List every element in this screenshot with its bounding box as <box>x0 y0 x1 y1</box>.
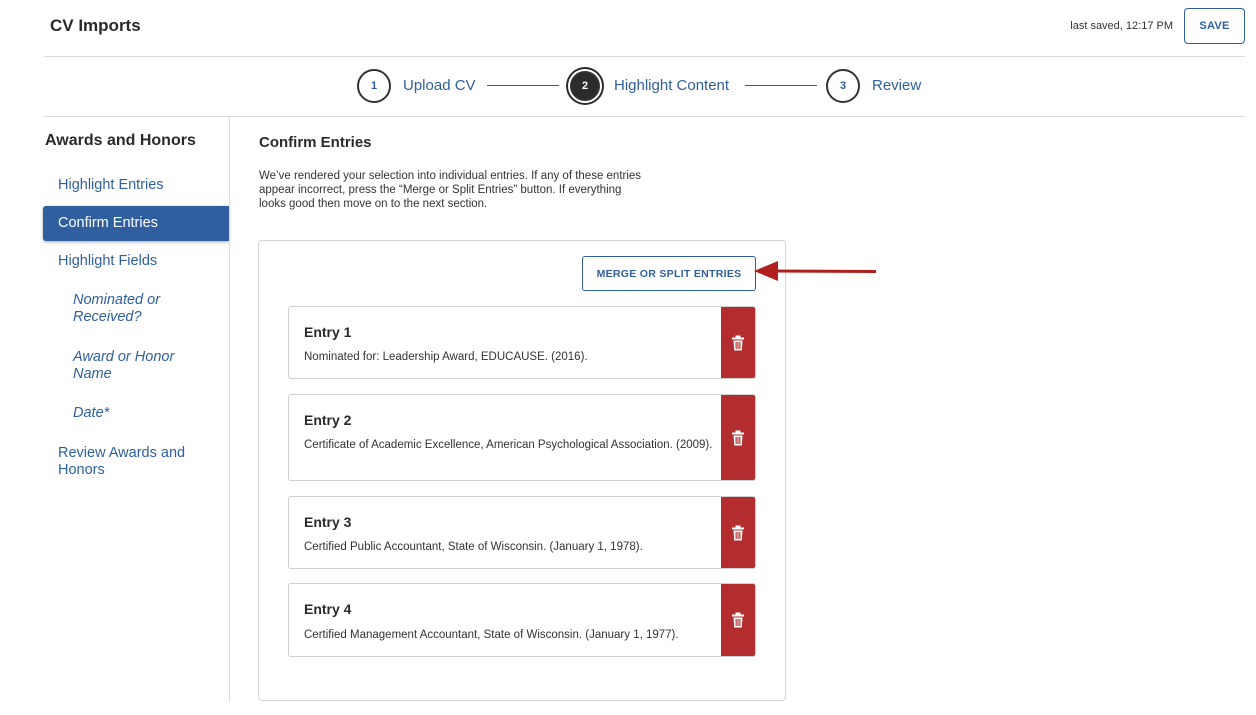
delete-entry-button[interactable] <box>721 307 755 378</box>
step-2-circle[interactable]: 2 <box>570 71 600 101</box>
save-button[interactable]: SAVE <box>1184 8 1245 44</box>
delete-entry-button[interactable] <box>721 395 755 480</box>
step-connector <box>745 85 817 86</box>
entry-card-2: Entry 2 Certificate of Academic Excellen… <box>288 394 756 481</box>
stepper-divider <box>44 116 1245 117</box>
trash-icon <box>732 430 744 445</box>
section-description: We’ve rendered your selection into indiv… <box>259 170 642 210</box>
entry-card-1: Entry 1 Nominated for: Leadership Award,… <box>288 306 756 379</box>
entry-title: Entry 1 <box>304 324 352 340</box>
entry-text: Certified Management Accountant, State o… <box>304 629 679 641</box>
sidebar-item-highlight-fields[interactable]: Highlight Fields <box>58 253 157 270</box>
trash-icon <box>732 525 744 540</box>
delete-entry-button[interactable] <box>721 584 755 656</box>
sidebar-item-highlight-entries[interactable]: Highlight Entries <box>58 177 164 194</box>
entry-card-4: Entry 4 Certified Management Accountant,… <box>288 583 756 657</box>
last-saved-status: last saved, 12:17 PM <box>1070 20 1173 32</box>
step-2-label[interactable]: Highlight Content <box>614 77 729 94</box>
arrow-left-annotation <box>754 261 877 281</box>
section-title: Confirm Entries <box>259 134 372 151</box>
step-1-label[interactable]: Upload CV <box>403 77 476 94</box>
step-3-circle[interactable]: 3 <box>826 69 860 103</box>
sidebar-item-date[interactable]: Date* <box>73 405 213 422</box>
entry-title: Entry 4 <box>304 601 352 617</box>
step-3-label[interactable]: Review <box>872 77 921 94</box>
sidebar-divider <box>229 117 230 702</box>
step-connector <box>487 85 559 86</box>
step-1-circle[interactable]: 1 <box>357 69 391 103</box>
entry-title: Entry 2 <box>304 412 352 428</box>
entry-text: Certificate of Academic Excellence, Amer… <box>304 439 713 451</box>
sidebar-title: Awards and Honors <box>45 132 196 149</box>
entry-card-3: Entry 3 Certified Public Accountant, Sta… <box>288 496 756 569</box>
entry-title: Entry 3 <box>304 514 352 530</box>
header-divider <box>44 56 1245 57</box>
delete-entry-button[interactable] <box>721 497 755 568</box>
sidebar-item-confirm-entries[interactable]: Confirm Entries <box>43 206 229 241</box>
trash-icon <box>732 612 744 628</box>
trash-icon <box>732 335 744 350</box>
sidebar-item-nominated-or-received[interactable]: Nominated or Received? <box>73 292 213 326</box>
entry-text: Nominated for: Leadership Award, EDUCAUS… <box>304 351 588 363</box>
entry-text: Certified Public Accountant, State of Wi… <box>304 541 643 553</box>
page-title: CV Imports <box>50 16 141 35</box>
progress-stepper: 1 Upload CV 2 Highlight Content 3 Review <box>0 68 1256 104</box>
merge-or-split-entries-button[interactable]: MERGE OR SPLIT ENTRIES <box>582 256 756 291</box>
sidebar-item-award-or-honor-name[interactable]: Award or Honor Name <box>73 349 213 383</box>
sidebar-item-review-awards-and-honors[interactable]: Review Awards and Honors <box>58 445 208 479</box>
